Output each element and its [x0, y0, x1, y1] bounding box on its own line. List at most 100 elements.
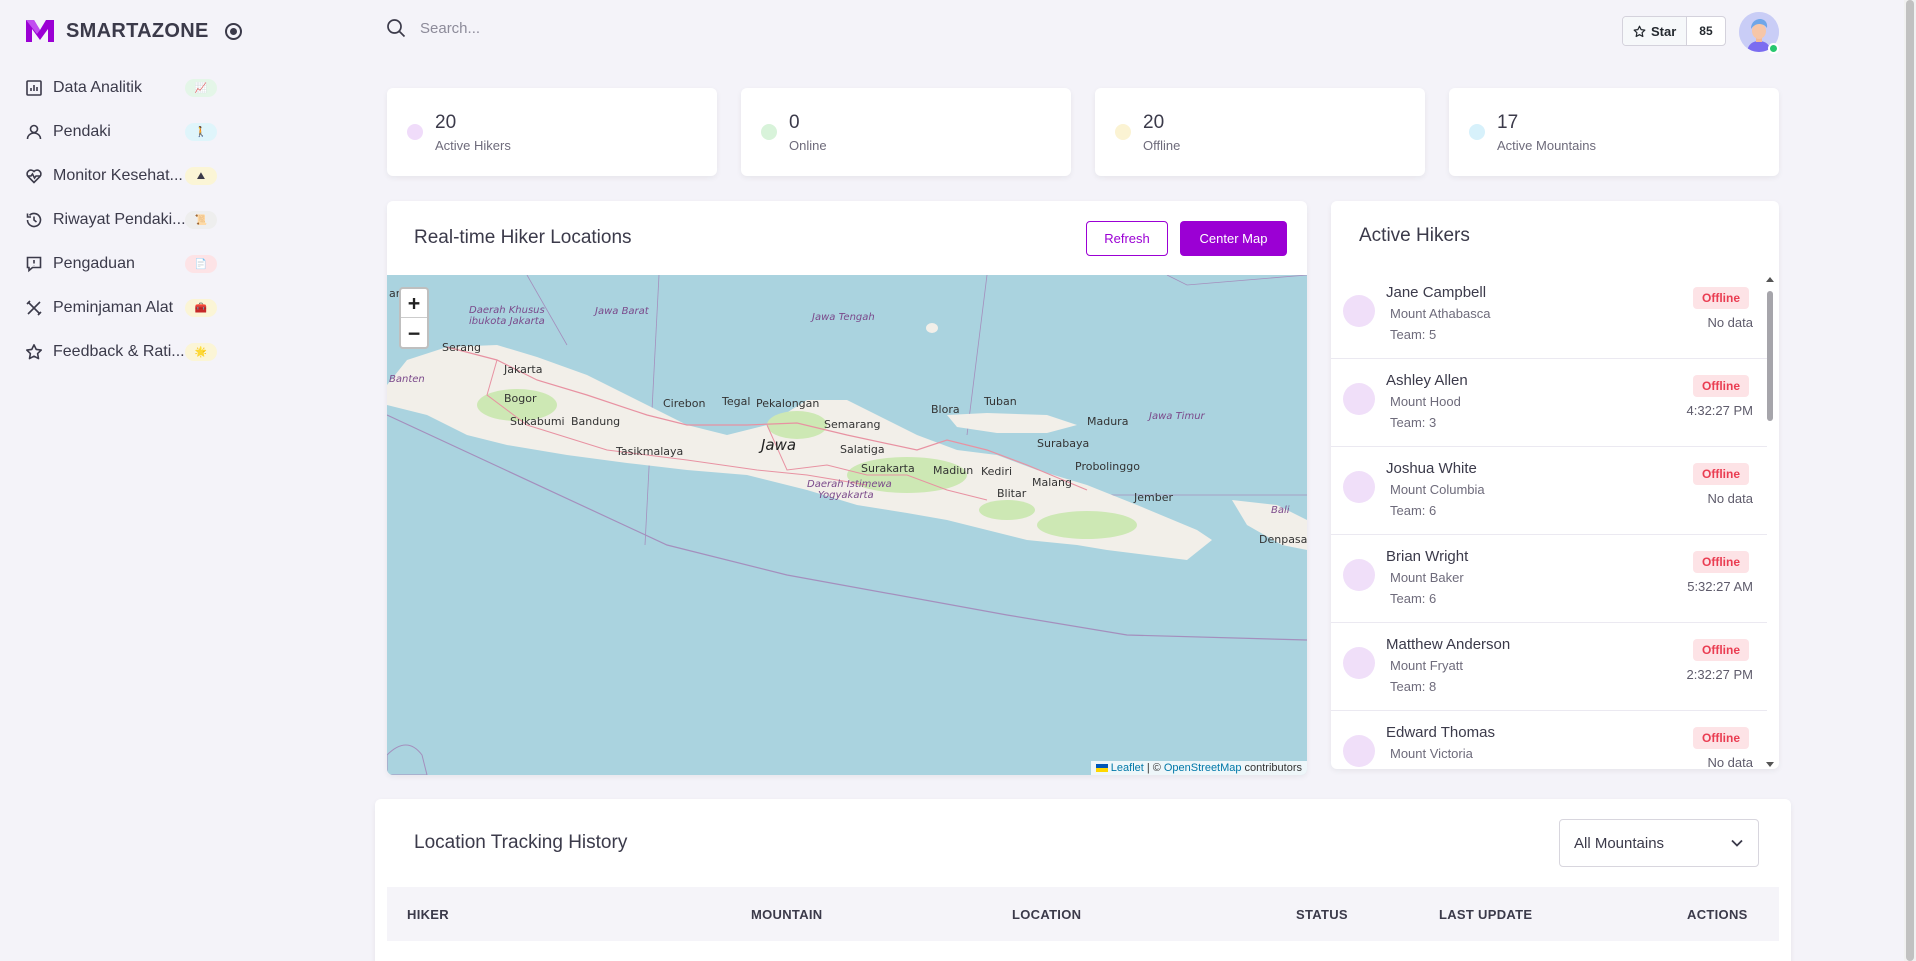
- stat-value: 0: [789, 111, 800, 133]
- hiker-avatar: [1343, 559, 1375, 591]
- map-label: Jawa Barat: [595, 306, 649, 317]
- column-header-location[interactable]: LOCATION: [1012, 907, 1081, 922]
- map-label: Jakarta: [504, 363, 543, 376]
- stat-label: Active Mountains: [1497, 137, 1596, 153]
- map-label: Denpasar: [1259, 533, 1307, 546]
- hiker-avatar: [1343, 735, 1375, 767]
- openstreetmap-link[interactable]: OpenStreetMap: [1164, 762, 1242, 774]
- map-tiles: [387, 275, 1307, 775]
- leaflet-link[interactable]: Leaflet: [1111, 762, 1144, 774]
- hiker-avatar: [1343, 471, 1375, 503]
- sidebar-item-label: Monitor Kesehat...: [53, 167, 183, 184]
- column-header-last-update[interactable]: LAST UPDATE: [1439, 907, 1532, 922]
- zoom-in-button[interactable]: +: [401, 289, 427, 318]
- column-header-hiker[interactable]: HIKER: [407, 907, 449, 922]
- sidebar-item-data-analitik[interactable]: Data Analitik 📈: [0, 66, 240, 110]
- hikers-list[interactable]: Jane Campbell Mount Athabasca Team: 5 Of…: [1331, 271, 1767, 769]
- map-label: Cirebon: [663, 397, 706, 410]
- star-outline-icon: [1633, 25, 1646, 37]
- hiker-name: Ashley Allen: [1386, 372, 1468, 389]
- status-badge: Offline: [1693, 727, 1749, 749]
- mountain-filter-select[interactable]: All Mountains: [1559, 819, 1759, 867]
- map-label: Yogyakarta: [818, 490, 874, 501]
- zoom-out-button[interactable]: −: [401, 318, 427, 347]
- brand-name: SMARTAZONE: [66, 19, 209, 42]
- column-header-status[interactable]: STATUS: [1296, 907, 1348, 922]
- stat-dot: [1469, 124, 1485, 140]
- stat-label: Online: [789, 137, 827, 153]
- user-icon: [24, 122, 44, 142]
- map-label: Tasikmalaya: [616, 445, 684, 458]
- map-label: Blora: [931, 403, 960, 416]
- sidebar-item-feedback-rating[interactable]: Feedback & Rati... 🌟: [0, 330, 240, 374]
- active-hikers-panel: Active Hikers Jane Campbell Mount Athaba…: [1331, 201, 1779, 769]
- hiker-row[interactable]: Jane Campbell Mount Athabasca Team: 5 Of…: [1331, 271, 1767, 359]
- scroll-down-arrow-icon[interactable]: [1766, 762, 1774, 767]
- hiker-team: Team: 5: [1390, 327, 1437, 342]
- hiker-team: Team: 8: [1390, 679, 1437, 694]
- hiker-last-update: 2:32:27 PM: [1686, 667, 1754, 682]
- sidebar-toggle-icon[interactable]: [224, 22, 242, 40]
- hiker-name: Edward Thomas: [1386, 724, 1495, 741]
- hiker-row[interactable]: Matthew Anderson Mount Fryatt Team: 8 Of…: [1331, 623, 1767, 711]
- hiker-last-update: No data: [1707, 491, 1753, 506]
- map-label: Surabaya: [1037, 437, 1090, 450]
- search-input[interactable]: [420, 19, 720, 37]
- map-label: Malang: [1032, 476, 1072, 489]
- stat-dot: [407, 124, 423, 140]
- hiker-row[interactable]: Edward Thomas Mount Victoria Offline No …: [1331, 711, 1767, 769]
- hiker-mountain: Mount Columbia: [1390, 482, 1485, 497]
- map-label: Tuban: [984, 395, 1017, 408]
- hiker-row[interactable]: Brian Wright Mount Baker Team: 6 Offline…: [1331, 535, 1767, 623]
- page-scroll-thumb[interactable]: [1906, 0, 1914, 961]
- star-label: Star: [1651, 23, 1677, 39]
- map-label: Bali: [1271, 505, 1290, 516]
- sidebar-badge: ⛰: [185, 167, 217, 185]
- brand[interactable]: SMARTAZONE: [24, 18, 242, 44]
- hiker-team: Team: 6: [1390, 503, 1437, 518]
- map-view[interactable]: am Daerah Khusus ibukota Jakarta Jawa Ba…: [387, 275, 1307, 775]
- map-label: Blitar: [997, 487, 1027, 500]
- center-map-button[interactable]: Center Map: [1180, 221, 1287, 256]
- sidebar-item-monitor-kesehatan[interactable]: Monitor Kesehat... ⛰: [0, 154, 240, 198]
- map-label: Semarang: [824, 418, 881, 431]
- scroll-up-arrow-icon[interactable]: [1766, 277, 1774, 282]
- refresh-button[interactable]: Refresh: [1086, 221, 1168, 256]
- sidebar-item-pendaki[interactable]: Pendaki 🚶: [0, 110, 240, 154]
- stat-value: 17: [1497, 111, 1519, 133]
- star-count[interactable]: 85: [1687, 17, 1724, 45]
- map-label: Kediri: [981, 465, 1013, 478]
- mountain-filter-value: All Mountains: [1574, 834, 1665, 852]
- scroll-thumb[interactable]: [1767, 291, 1773, 421]
- sidebar-item-riwayat-pendakian[interactable]: Riwayat Pendaki... 📜: [0, 198, 240, 242]
- brand-logo-icon: [26, 20, 54, 42]
- sidebar-item-label: Data Analitik: [53, 79, 142, 96]
- sidebar-badge: 🌟: [185, 343, 217, 361]
- status-badge: Offline: [1693, 375, 1749, 397]
- stat-dot: [1115, 124, 1131, 140]
- sidebar-item-pengaduan[interactable]: Pengaduan 📄: [0, 242, 240, 286]
- github-star-button[interactable]: Star 85: [1622, 16, 1726, 46]
- map-label: Jawa: [761, 436, 797, 454]
- table-header: HIKER MOUNTAIN LOCATION STATUS LAST UPDA…: [387, 887, 1779, 941]
- hikers-scrollbar[interactable]: [1766, 277, 1774, 767]
- column-header-actions[interactable]: ACTIONS: [1687, 907, 1748, 922]
- sidebar-item-peminjaman-alat[interactable]: Peminjaman Alat 🧰: [0, 286, 240, 330]
- map-label: Sukabumi: [510, 415, 565, 428]
- hiker-name: Jane Campbell: [1386, 284, 1487, 301]
- hiker-mountain: Mount Baker: [1390, 570, 1464, 585]
- sidebar-item-label: Feedback & Rati...: [53, 343, 185, 360]
- sidebar-badge: 📄: [185, 255, 217, 273]
- stat-label: Offline: [1143, 137, 1181, 153]
- hiker-row[interactable]: Joshua White Mount Columbia Team: 6 Offl…: [1331, 447, 1767, 535]
- online-status-dot: [1768, 43, 1779, 54]
- column-header-mountain[interactable]: MOUNTAIN: [751, 907, 822, 922]
- star-label-button[interactable]: Star: [1623, 17, 1688, 45]
- page-scrollbar[interactable]: [1904, 0, 1916, 961]
- sidebar-item-label: Pendaki: [53, 123, 111, 140]
- map-label: Madura: [1087, 415, 1129, 428]
- map-card: Real-time Hiker Locations Refresh Center…: [387, 201, 1307, 775]
- map-label: Bandung: [571, 415, 621, 428]
- map-label: Jember: [1134, 491, 1173, 504]
- hiker-row[interactable]: Ashley Allen Mount Hood Team: 3 Offline …: [1331, 359, 1767, 447]
